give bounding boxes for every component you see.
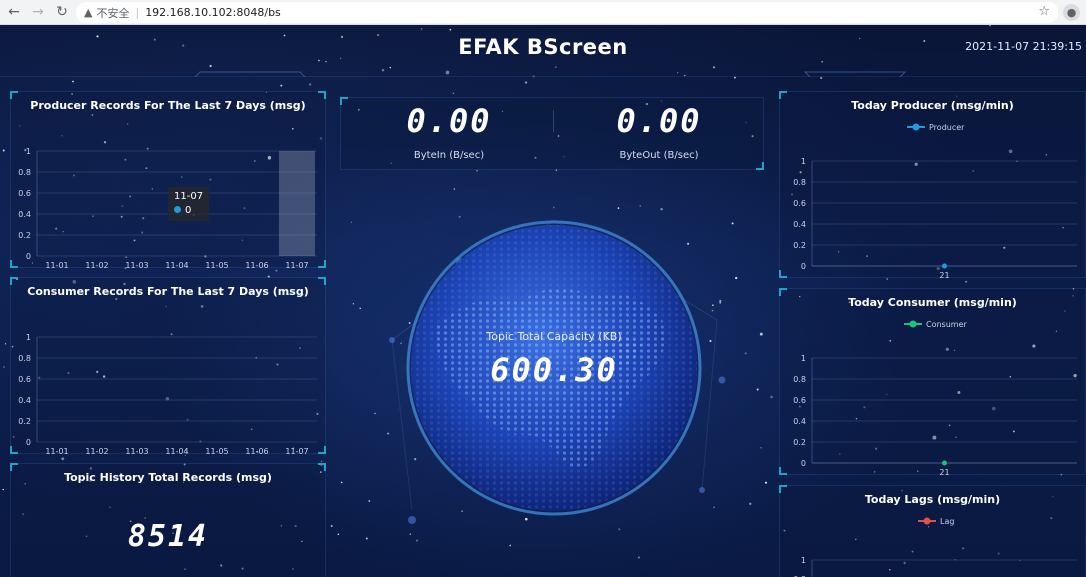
y-tick-label: 0.2 bbox=[18, 231, 31, 240]
x-tick-label: 11-04 bbox=[165, 261, 188, 269]
chart-tooltip: 11-07 0 bbox=[168, 187, 210, 221]
profile-avatar-icon[interactable]: ● bbox=[1063, 4, 1080, 21]
y-tick-label: 1 bbox=[26, 333, 31, 342]
y-tick-label: 0.6 bbox=[793, 396, 806, 405]
y-tick-label: 0.2 bbox=[793, 438, 806, 447]
consumer-history-chart[interactable]: 0 0.2 0.4 0.6 0.8 1 11-01 11-02 11-03 11-04 11-05 1… bbox=[11, 278, 327, 455]
y-tick-label: 0 bbox=[26, 252, 31, 261]
today-consumer-chart[interactable]: 0 0.2 0.4 0.6 0.8 1 21 Consumer bbox=[780, 289, 1086, 476]
y-tick-label: 0.2 bbox=[793, 241, 806, 250]
dashboard-page: EFAK BScreen 2021-11-07 21:39:15 Produce… bbox=[0, 25, 1086, 577]
x-tick-label: 11-05 bbox=[205, 447, 228, 455]
address-bar[interactable]: ▲ 不安全 | 192.168.10.102:8048/bs ☆ bbox=[76, 2, 1058, 23]
byte-in-label: ByteIn (B/sec) bbox=[413, 150, 485, 161]
address-separator: | bbox=[135, 6, 140, 19]
y-tick-label: 0.4 bbox=[18, 210, 31, 219]
legend-marker bbox=[912, 123, 920, 131]
byte-out-label: ByteOut (B/sec) bbox=[619, 150, 699, 161]
y-tick-label: 0.4 bbox=[793, 417, 806, 426]
panel-corner bbox=[318, 463, 326, 471]
tooltip-value: 0 bbox=[185, 205, 192, 216]
datetime-display: 2021-11-07 21:39:15 bbox=[965, 40, 1082, 53]
warning-icon[interactable]: ▲ bbox=[84, 6, 92, 19]
y-tick-label: 1 bbox=[26, 147, 31, 156]
x-tick-label: 11-03 bbox=[125, 261, 148, 269]
y-tick-label: 0.6 bbox=[18, 189, 31, 198]
throughput-panel: 0.00 ByteIn (B/sec) 0.00 ByteOut (B/sec) bbox=[340, 97, 764, 170]
consumer-history-panel: Consumer Records For The Last 7 Days (ms… bbox=[10, 277, 327, 455]
x-tick-label: 11-03 bbox=[125, 447, 148, 455]
today-producer-chart[interactable]: 0 0.2 0.4 0.6 0.8 1 21 Producer bbox=[780, 92, 1086, 279]
x-tick-label: 11-02 bbox=[85, 447, 108, 455]
topic-history-value: 8514 bbox=[127, 519, 209, 554]
y-tick-label: 0 bbox=[801, 262, 806, 271]
y-tick-label: 0.8 bbox=[793, 375, 806, 384]
x-tick-label: 11-01 bbox=[45, 261, 68, 269]
byte-in-value: 0.00 bbox=[406, 102, 492, 140]
y-tick-label: 0.4 bbox=[793, 220, 806, 229]
y-tick-label: 0.6 bbox=[18, 375, 31, 384]
y-tick-label: 0 bbox=[26, 438, 31, 447]
back-icon[interactable]: ← bbox=[4, 2, 24, 22]
x-tick-label: 21 bbox=[939, 468, 949, 476]
x-tick-label: 11-04 bbox=[165, 447, 188, 455]
x-tick-label: 21 bbox=[939, 271, 949, 279]
legend-marker bbox=[923, 517, 931, 525]
page-title: EFAK BScreen bbox=[458, 35, 628, 59]
panel-corner bbox=[340, 97, 348, 105]
legend-marker bbox=[909, 320, 917, 328]
y-tick-label: 0.6 bbox=[793, 199, 806, 208]
forward-icon[interactable]: → bbox=[28, 2, 48, 22]
producer-history-chart[interactable]: 0 0.2 0.4 0.6 0.8 1 11-01 11-02 11-03 11-04 11-05 1… bbox=[11, 92, 327, 269]
y-tick-label: 1 bbox=[801, 556, 806, 565]
y-tick-label: 0 bbox=[801, 459, 806, 468]
today-lags-panel: Today Lags (msg/min) 0.60.81Lag bbox=[779, 485, 1086, 577]
today-consumer-panel: Today Consumer (msg/min) 0 0.2 0.4 0.6 0.8 1 2… bbox=[779, 288, 1086, 476]
data-point bbox=[942, 460, 947, 466]
x-tick-label: 11-06 bbox=[245, 447, 268, 455]
header-decoration bbox=[0, 71, 1086, 77]
capacity-label: Topic Total Capacity (KB) bbox=[486, 330, 622, 343]
tooltip-series-dot-icon bbox=[174, 206, 181, 213]
producer-history-panel: Producer Records For The Last 7 Days (ms… bbox=[10, 91, 327, 269]
hover-highlight bbox=[279, 151, 315, 256]
browser-toolbar: ← → ↻ ▲ 不安全 | 192.168.10.102:8048/bs ☆ ● bbox=[0, 0, 1086, 25]
y-tick-label: 0.8 bbox=[18, 168, 31, 177]
tooltip-date: 11-07 bbox=[174, 191, 204, 202]
legend-label: Lag bbox=[940, 517, 954, 526]
x-tick-label: 11-05 bbox=[205, 261, 228, 269]
panel-corner bbox=[756, 162, 764, 170]
x-tick-label: 11-07 bbox=[285, 447, 308, 455]
topic-history-title: Topic History Total Records (msg) bbox=[64, 471, 272, 484]
legend-label: Producer bbox=[929, 123, 965, 132]
metrics-divider bbox=[553, 110, 554, 132]
bookmark-star-icon[interactable]: ☆ bbox=[1038, 4, 1050, 19]
y-tick-label: 0.4 bbox=[18, 396, 31, 405]
insecure-label: 不安全 bbox=[96, 6, 130, 20]
legend-label: Consumer bbox=[926, 320, 968, 329]
y-tick-label: 0.2 bbox=[18, 417, 31, 426]
data-point bbox=[942, 263, 947, 269]
y-tick-label: 0.8 bbox=[793, 178, 806, 187]
x-tick-label: 11-06 bbox=[245, 261, 268, 269]
y-tick-label: 1 bbox=[801, 157, 806, 166]
panel-corner bbox=[10, 463, 18, 471]
y-tick-label: 0.8 bbox=[18, 354, 31, 363]
reload-icon[interactable]: ↻ bbox=[52, 2, 72, 22]
x-tick-label: 11-01 bbox=[45, 447, 68, 455]
x-tick-label: 11-07 bbox=[285, 261, 308, 269]
topic-history-panel: Topic History Total Records (msg) 8514 bbox=[10, 463, 326, 577]
capacity-value: 600.30 bbox=[490, 351, 618, 389]
x-tick-label: 11-02 bbox=[85, 261, 108, 269]
y-tick-label: 1 bbox=[801, 354, 806, 363]
byte-out-value: 0.00 bbox=[616, 102, 702, 140]
dashboard-header: EFAK BScreen 2021-11-07 21:39:15 bbox=[0, 25, 1086, 77]
url-text[interactable]: 192.168.10.102:8048/bs bbox=[145, 6, 281, 19]
today-producer-panel: Today Producer (msg/min) 0 0.2 0.4 0.6 0.8 1 2… bbox=[779, 91, 1086, 279]
today-lags-chart[interactable]: 0.60.81Lag bbox=[780, 486, 1086, 577]
